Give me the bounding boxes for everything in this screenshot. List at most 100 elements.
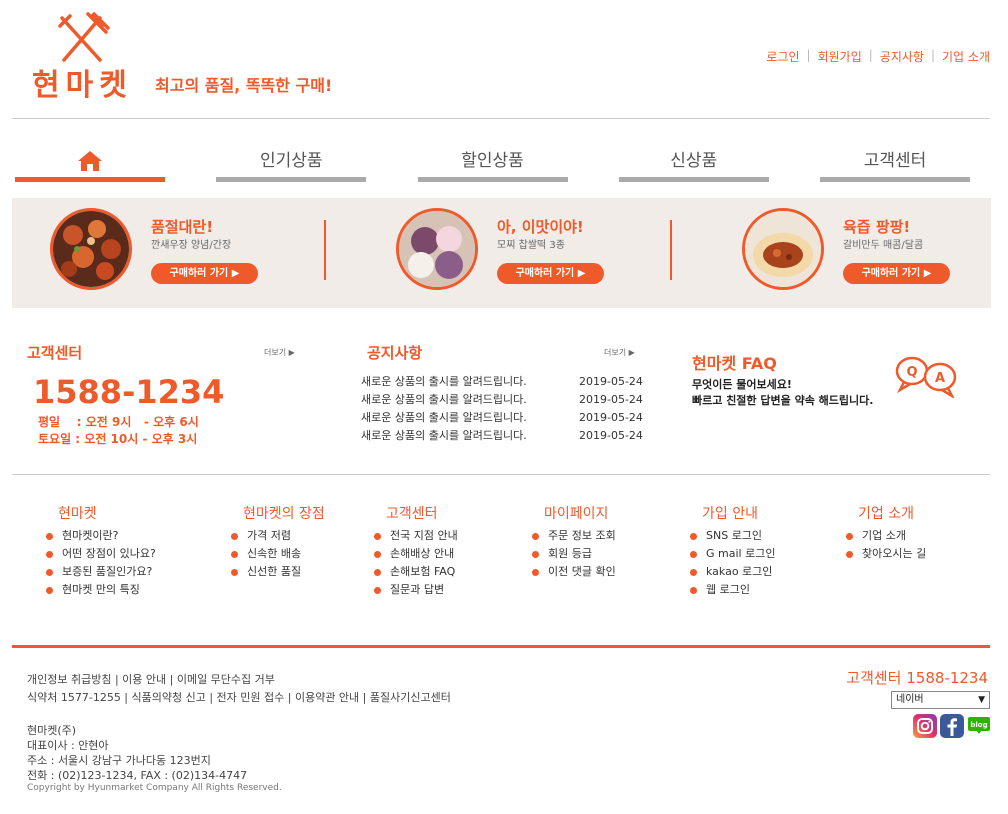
footer-link[interactable]: G mail 로그인	[690, 545, 775, 563]
top-links: 로그인 | 회원가입 | 공지사항 | 기업 소개	[766, 48, 990, 65]
column-title: 마이페이지	[544, 506, 609, 522]
footer-link[interactable]: 찾아오시는 길	[846, 545, 926, 563]
company-link[interactable]: 기업 소개	[942, 48, 990, 65]
footer-column-advantages: 현마켓의 장점 가격 저렴 신속한 배송 신선한 품질	[231, 503, 325, 581]
footer-link[interactable]: 손해보험 FAQ	[374, 563, 458, 581]
buy-button[interactable]: 구매하러 가기 ▶	[843, 263, 950, 284]
svg-text:blog: blog	[970, 721, 987, 729]
qa-bubbles-icon[interactable]: Q A	[894, 354, 960, 398]
promo-card: 품절대란! 깐새우장 양념/간장 구매하러 가기 ▶	[50, 208, 310, 298]
promo-divider	[324, 220, 326, 280]
faq-title[interactable]: 현마켓 FAQ	[692, 350, 777, 374]
footer-link[interactable]: 어떤 장점이 있나요?	[46, 545, 156, 563]
shrimp-image[interactable]	[50, 208, 132, 290]
footer-link[interactable]: kakao 로그인	[690, 563, 775, 581]
company-tel: 전화 : (02)123-1234, FAX : (02)134-4747	[27, 769, 248, 782]
svg-text:Q: Q	[906, 365, 917, 380]
notice-more-link[interactable]: 더보기 ▶	[604, 347, 635, 358]
instagram-icon[interactable]	[913, 714, 937, 738]
company-info: 현마켓(주) 대표이사 : 안현아 주소 : 서울시 강남구 가나다동 123번…	[27, 723, 247, 783]
footer-link[interactable]: 보증된 품질인가요?	[46, 563, 156, 581]
policy-links[interactable]: 개인정보 취급방침 | 이용 안내 | 이메일 무단수집 거부	[27, 671, 275, 687]
footer-divider	[12, 645, 990, 648]
footer-link[interactable]: 이전 댓글 확인	[532, 563, 616, 581]
header-divider	[12, 118, 990, 119]
divider: |	[868, 48, 873, 62]
footer-link[interactable]: 신선한 품질	[231, 563, 325, 581]
divider: |	[930, 48, 936, 62]
footer-link[interactable]: 가격 저렴	[231, 527, 325, 545]
notice-date: 2019-05-24	[579, 375, 643, 388]
notice-item[interactable]: 새로운 상품의 출시를 알려드립니다. 2019-05-24	[361, 373, 643, 391]
footer-link[interactable]: 현마켓이란?	[46, 527, 156, 545]
promo-title: 아, 이맛이야!	[497, 218, 584, 236]
footer-link[interactable]: 기업 소개	[846, 527, 926, 545]
faq-description: 무엇이든 물어보세요! 빠르고 친절한 답변을 약속 해드립니다.	[692, 377, 873, 409]
section-divider	[12, 474, 990, 475]
footer-link[interactable]: 신속한 배송	[231, 545, 325, 563]
footer-link[interactable]: 회원 등급	[532, 545, 616, 563]
logo-text[interactable]: 현마켓	[32, 60, 133, 104]
footer-column-company: 기업 소개 기업 소개 찾아오시는 길	[846, 503, 926, 563]
home-icon	[78, 151, 102, 171]
nav-customer-center[interactable]: 고객센터	[820, 148, 970, 182]
footer-link[interactable]: 현마켓 만의 특징	[46, 581, 156, 599]
notice-text: 새로운 상품의 출시를 알려드립니다.	[361, 393, 527, 406]
blog-icon[interactable]: blog	[967, 714, 991, 738]
notice-list: 새로운 상품의 출시를 알려드립니다. 2019-05-24 새로운 상품의 출시…	[361, 373, 643, 445]
column-title: 기업 소개	[858, 506, 914, 522]
notice-text: 새로운 상품의 출시를 알려드립니다.	[361, 375, 527, 388]
company-name: 현마켓(주)	[27, 724, 77, 737]
family-site-select[interactable]: 네이버 ▼	[891, 691, 990, 709]
footer-column-customer-center: 고객센터 전국 지점 안내 손해배상 안내 손해보험 FAQ 질문과 답변	[374, 503, 458, 599]
footer-link[interactable]: 질문과 답변	[374, 581, 458, 599]
copyright: Copyright by Hyunmarket Company All Righ…	[27, 783, 282, 793]
notice-date: 2019-05-24	[579, 429, 643, 442]
business-hours: 평일 : 오전 9시 - 오후 6시 토요일 : 오전 10시 - 오후 3시	[38, 414, 199, 448]
notice-item[interactable]: 새로운 상품의 출시를 알려드립니다. 2019-05-24	[361, 427, 643, 445]
promo-subtitle: 모찌 찹쌀떡 3종	[497, 240, 565, 251]
buy-button[interactable]: 구매하러 가기 ▶	[151, 263, 258, 284]
notice-text: 새로운 상품의 출시를 알려드립니다.	[361, 429, 527, 442]
promo-card: 아, 이맛이야! 모찌 찹쌀떡 3종 구매하러 가기 ▶	[396, 208, 656, 298]
notice-item[interactable]: 새로운 상품의 출시를 알려드립니다. 2019-05-24	[361, 391, 643, 409]
promo-card: 육즙 팡팡! 갈비만두 매콤/달콤 구매하러 가기 ▶	[742, 208, 1002, 298]
column-title: 고객센터	[386, 506, 438, 522]
footer-cs-phone: 고객센터 1588-1234	[846, 669, 988, 687]
login-link[interactable]: 로그인	[766, 48, 799, 65]
notice-item[interactable]: 새로운 상품의 출시를 알려드립니다. 2019-05-24	[361, 409, 643, 427]
chevron-down-icon: ▼	[978, 695, 985, 705]
customer-center-title: 고객센터	[27, 344, 83, 362]
notice-link[interactable]: 공지사항	[880, 48, 924, 65]
buy-button[interactable]: 구매하러 가기 ▶	[497, 263, 604, 284]
column-title: 현마켓의 장점	[243, 506, 325, 522]
agency-links[interactable]: 식약처 1577-1255 | 식품의약청 신고 | 전자 민원 접수 | 이용…	[27, 689, 451, 705]
footer-link[interactable]: 주문 정보 조회	[532, 527, 616, 545]
tagline: 최고의 품질, 똑똑한 구매!	[155, 76, 333, 95]
divider: |	[806, 48, 811, 62]
customer-center-more-link[interactable]: 더보기 ▶	[264, 347, 295, 358]
mochi-image[interactable]	[396, 208, 478, 290]
promo-divider	[670, 220, 672, 280]
footer-link[interactable]: 웹 로그인	[690, 581, 775, 599]
signup-link[interactable]: 회원가입	[818, 48, 862, 65]
notice-text: 새로운 상품의 출시를 알려드립니다.	[361, 411, 527, 424]
nav-discount[interactable]: 할인상품	[417, 148, 568, 182]
dumpling-image[interactable]	[742, 208, 824, 290]
nav-new[interactable]: 신상품	[618, 148, 769, 182]
footer-link[interactable]: SNS 로그인	[690, 527, 775, 545]
footer-link[interactable]: 전국 지점 안내	[374, 527, 458, 545]
notice-date: 2019-05-24	[579, 393, 643, 406]
promo-title: 육즙 팡팡!	[843, 218, 911, 236]
footer-link[interactable]: 손해배상 안내	[374, 545, 458, 563]
column-title: 현마켓	[58, 506, 97, 522]
main-nav: 인기상품 할인상품 신상품 고객센터	[15, 148, 970, 182]
nav-home[interactable]	[15, 148, 165, 182]
nav-popular[interactable]: 인기상품	[216, 148, 367, 182]
footer-column-mypage: 마이페이지 주문 정보 조회 회원 등급 이전 댓글 확인	[532, 503, 616, 581]
promo-subtitle: 갈비만두 매콤/달콤	[843, 240, 924, 251]
facebook-icon[interactable]	[940, 714, 964, 738]
svg-text:A: A	[935, 371, 945, 386]
faq-line: 빠르고 친절한 답변을 약속 해드립니다.	[692, 394, 874, 407]
notice-title: 공지사항	[367, 344, 423, 362]
